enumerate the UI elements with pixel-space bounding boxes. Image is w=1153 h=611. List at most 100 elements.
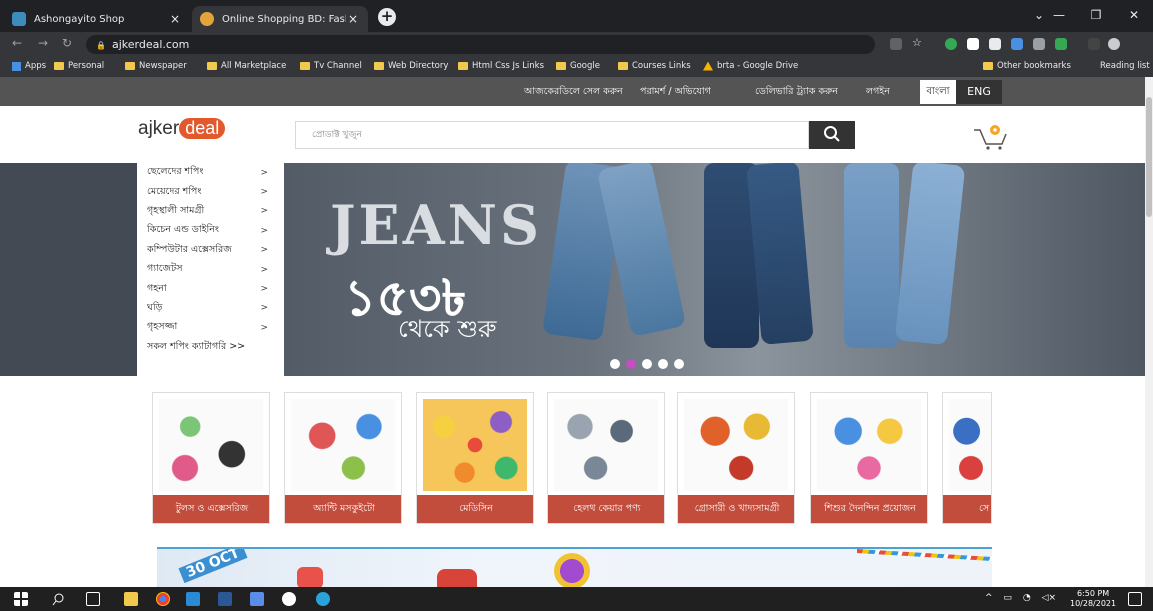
category-menu: ছেলেদের শপিং > মেয়েদের শপিং > গৃহস্থালী স… [137,163,284,376]
menu-item-kitchen-dining[interactable]: কিচেন এন্ড ডাইনিং > [147,221,274,240]
star-icon[interactable]: ☆ [912,36,924,49]
menu-item-computer-accessories[interactable]: কম্পিউটার এক্সেসরিজ > [147,241,274,260]
cart-button[interactable] [968,120,1012,152]
notification-icon[interactable] [1128,592,1142,606]
login-link[interactable]: লগইন [866,85,890,100]
maximize-button[interactable]: ❐ [1077,0,1115,30]
carousel-dot-active[interactable] [626,359,636,369]
carousel-dot[interactable] [674,359,684,369]
category-card-health-care[interactable]: হেলথ কেয়ার পণ্য [547,392,665,524]
chrome-icon[interactable] [156,592,170,606]
language-bangla-button[interactable]: বাংলা [920,80,956,104]
carousel-dot[interactable] [642,359,652,369]
tab-close-icon[interactable]: × [346,12,360,26]
category-card-grocery[interactable]: গ্রোসারী ও খাদ্যসামগ্রী [677,392,795,524]
google-drive-icon [703,61,713,71]
bookmark-folder[interactable]: All Marketplace [207,61,286,71]
telegram-icon[interactable] [316,592,330,606]
reload-icon[interactable]: ↻ [62,36,72,50]
promo-graphic [437,569,477,587]
chevron-up-icon[interactable]: ^ [985,593,993,603]
hero-banner[interactable]: JEANS ১৫৩৳ থেকে শুরু [284,163,1145,376]
menu-item-home-decor[interactable]: গৃহসজ্জা > [147,318,274,337]
grammarly-icon[interactable] [945,38,957,50]
bookmark-folder[interactable]: Courses Links [618,61,691,71]
reading-list[interactable]: Reading list [1100,61,1150,71]
bookmark-folder[interactable]: Web Directory [374,61,448,71]
task-view-icon[interactable] [86,592,100,606]
track-delivery-link[interactable]: ডেলিভারি ট্র্যাক করুন [755,85,838,100]
app-icon[interactable] [282,592,296,606]
bookmark-folder[interactable]: Html Css Js Links [458,61,544,71]
menu-item-household[interactable]: গৃহস্থালী সামগ্রী > [147,202,274,221]
word-icon[interactable] [218,592,232,606]
extension-icon[interactable] [967,38,979,50]
category-card-medicine[interactable]: মেডিসিন [416,392,534,524]
chevron-right-icon: > [260,225,268,236]
translate-icon[interactable] [890,38,902,50]
category-card-partial[interactable]: সে [942,392,992,524]
site-favicon-icon [200,12,214,26]
bookmark-folder[interactable]: Tv Channel [300,61,362,71]
folder-icon [983,62,993,70]
bookmark-folder[interactable]: Newspaper [125,61,187,71]
menu-item-gadgets[interactable]: গ্যাজেটস > [147,260,274,279]
sell-link[interactable]: আজকেরডিলে সেল করুন [524,85,623,100]
language-english-button[interactable]: ENG [956,80,1002,104]
bookmark-folder[interactable]: Google [556,61,600,71]
search-button[interactable] [809,121,855,149]
minimize-button[interactable]: — [1040,0,1078,30]
other-bookmarks[interactable]: Other bookmarks [983,61,1071,71]
vscode-icon[interactable] [186,592,200,606]
taskbar-clock[interactable]: 6:50 PM 10/28/2021 [1070,589,1116,609]
browser-tab-active[interactable]: Online Shopping BD: Fashion, Ele × [192,6,368,32]
chevron-right-icon: > [260,245,268,256]
url-text: ajkerdeal.com [111,38,190,51]
menu-item-watches[interactable]: ঘড়ি > [147,299,274,318]
extensions-puzzle-icon[interactable] [1088,38,1100,50]
windows-start-icon[interactable] [14,592,28,606]
battery-icon[interactable]: ▭ [1003,593,1012,603]
search-input[interactable]: প্রোডাক্ট খুজুন [295,121,809,149]
site-logo[interactable]: ajker deal .com [138,118,226,146]
back-icon[interactable]: ← [12,36,22,50]
file-explorer-icon[interactable] [124,592,138,606]
app-icon[interactable] [250,592,264,606]
bookmark-link[interactable]: brta - Google Drive [703,61,798,71]
category-card-tools[interactable]: টুলস ও এক্সেসরিজ [152,392,270,524]
bookmark-folder[interactable]: Personal [54,61,104,71]
promo-banner[interactable]: 30 OCT [157,547,992,587]
extension-icon[interactable] [1011,38,1023,50]
scrollbar-thumb[interactable] [1146,97,1152,217]
tab-close-icon[interactable]: × [168,12,182,26]
forward-icon[interactable]: → [38,36,48,50]
menu-item-boys-shopping[interactable]: ছেলেদের শপিং > [147,163,274,182]
extension-icon[interactable] [1055,38,1067,50]
menu-item-girls-shopping[interactable]: মেয়েদের শপিং > [147,182,274,201]
url-field[interactable]: 🔒 ajkerdeal.com [86,35,875,54]
chevron-right-icon: > [260,284,268,295]
feedback-link[interactable]: পরামর্শ / অভিযোগ [640,85,711,100]
bookmark-apps[interactable]: Apps [12,61,46,71]
extension-icon[interactable] [1033,38,1045,50]
profile-avatar[interactable] [1108,38,1120,50]
site-top-nav: আজকেরডিলে সেল করুন পরামর্শ / অভিযোগ ডেলি… [0,77,1145,106]
menu-item-jewelry[interactable]: গহনা > [147,279,274,298]
volume-icon[interactable]: ◁× [1042,593,1056,603]
site-header: ajker deal .com প্রোডাক্ট খুজুন [0,106,1145,163]
search-icon[interactable] [52,592,66,606]
category-card-baby-needs[interactable]: শিশুর দৈনন্দিন প্রয়োজন [810,392,928,524]
clock-time: 6:50 PM [1076,589,1110,598]
chevron-right-icon: > [260,167,268,178]
page-scrollbar[interactable] [1145,77,1153,587]
browser-tab[interactable]: Ashongayito Shop × [4,6,190,32]
system-tray[interactable]: ^ ▭ ◔ ◁× [985,593,1056,603]
new-tab-button[interactable]: + [378,8,396,26]
carousel-dot[interactable] [658,359,668,369]
category-card-anti-mosquito[interactable]: অ্যান্টি মসকুইটো [284,392,402,524]
carousel-dot[interactable] [610,359,620,369]
menu-item-all-categories[interactable]: সকল শপিং ক্যাটাগরি >> [147,338,274,357]
camera-icon[interactable] [989,38,1001,50]
wifi-icon[interactable]: ◔ [1023,593,1031,603]
close-window-button[interactable]: ✕ [1115,0,1153,30]
